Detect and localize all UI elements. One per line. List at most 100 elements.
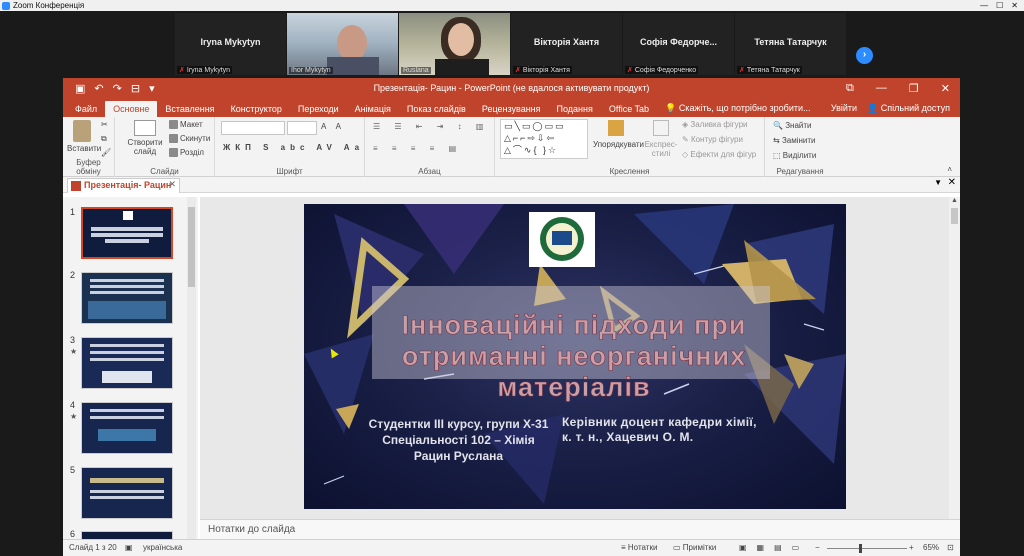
minimize-icon[interactable]: — xyxy=(876,82,887,95)
paste-button[interactable]: Вставити xyxy=(67,120,101,153)
tab-view[interactable]: Подання xyxy=(549,104,601,117)
close-tab-icon[interactable]: ✕ xyxy=(168,179,176,190)
participant-tile[interactable]: Iryna Mykytyn ✗ Iryna Mykytyn xyxy=(175,13,286,75)
minimize-icon[interactable]: — xyxy=(980,1,988,10)
participant-label: Ihor Mykytyn xyxy=(289,67,333,74)
layout-button[interactable]: Макет xyxy=(169,120,203,130)
format-painter-icon[interactable]: 🖌 xyxy=(101,148,111,157)
font-group: A A ЖКП S abc AV Aa Шрифт xyxy=(215,117,365,177)
section-button[interactable]: Розділ xyxy=(169,148,204,158)
slideshow-start-icon[interactable]: ⊟ xyxy=(131,82,140,95)
reset-button[interactable]: Скинути xyxy=(169,134,210,144)
participant-name: Iryna Mykytyn xyxy=(200,37,261,47)
slide-supervisor-info[interactable]: Керівник доцент кафедри хімії, к. т. н.,… xyxy=(562,415,802,445)
replace-button[interactable]: ⇆ Замінити xyxy=(773,136,816,145)
student-specialty-line: Спеціальності 102 – Хімія xyxy=(382,433,535,447)
slide-thumbnail[interactable] xyxy=(81,207,173,259)
share-button[interactable]: 👤 Спільний доступ xyxy=(867,103,950,114)
slide-student-info[interactable]: Студентки ІІІ курсу, групи Х-31 Спеціаль… xyxy=(366,416,551,464)
list-buttons[interactable]: ☰ ☰ ⇤ ⇥ ↕ ▥ xyxy=(373,122,489,131)
tab-office-tab[interactable]: Office Tab xyxy=(601,104,657,117)
zoom-level[interactable]: 65% xyxy=(923,543,939,552)
participant-tile[interactable]: Тетяна Татарчук ✗ Тетяна Татарчук xyxy=(735,13,846,75)
tab-design[interactable]: Конструктор xyxy=(223,104,290,117)
scrollbar-thumb[interactable] xyxy=(951,208,958,224)
redo-icon[interactable]: ↷ xyxy=(113,82,122,95)
tab-file[interactable]: Файл xyxy=(67,104,105,117)
tab-animations[interactable]: Анімація xyxy=(347,104,399,117)
shape-fill-button[interactable]: ◈ Заливка фігури xyxy=(682,120,748,129)
slide-thumbnail[interactable] xyxy=(81,467,173,519)
maximize-icon[interactable]: ☐ xyxy=(996,1,1003,10)
document-tab[interactable]: Презентація- Рацин ✕ xyxy=(67,178,180,193)
zoom-out-icon[interactable]: − xyxy=(815,543,820,552)
thumbnail-number: 4 xyxy=(70,400,76,410)
sign-in-link[interactable]: Увійти xyxy=(831,103,857,114)
participant-video-tile[interactable]: Ruslana xyxy=(399,13,510,75)
tab-home[interactable]: Основне xyxy=(105,101,158,117)
zoom-slider[interactable] xyxy=(827,548,907,549)
restore-icon[interactable]: ❐ xyxy=(909,82,919,95)
spell-check-icon[interactable]: ▣ xyxy=(125,543,133,552)
customize-qat-icon[interactable]: ▾ xyxy=(149,82,155,95)
slide-canvas[interactable]: Інноваційні підходи при отриманні неорга… xyxy=(304,204,846,509)
comments-button[interactable]: ▭ Примітки xyxy=(673,543,716,552)
paint-bucket-icon: ◈ xyxy=(682,120,689,129)
next-participants-arrow-icon[interactable]: › xyxy=(856,47,873,64)
close-icon[interactable]: ✕ xyxy=(941,82,950,95)
save-icon[interactable]: ▣ xyxy=(75,82,85,95)
slide-thumbnail[interactable] xyxy=(81,337,173,389)
copy-icon[interactable]: ⧉ xyxy=(101,134,107,144)
select-button[interactable]: ⬚ Виділити xyxy=(773,151,816,160)
replace-icon: ⇆ xyxy=(773,136,780,145)
new-slide-button[interactable]: Створити слайд xyxy=(127,120,163,156)
slide-thumbnail[interactable] xyxy=(81,272,173,324)
slide-title[interactable]: Інноваційні підходи при отриманні неорга… xyxy=(374,310,774,403)
tab-insert[interactable]: Вставлення xyxy=(157,104,222,117)
collapse-ribbon-icon[interactable]: ˄ xyxy=(947,165,952,174)
tab-slideshow[interactable]: Показ слайдів xyxy=(399,104,474,117)
zoom-in-icon[interactable]: + xyxy=(909,543,914,552)
participant-label: ✗ Iryna Mykytyn xyxy=(177,66,233,74)
font-family-select[interactable] xyxy=(221,121,285,135)
ribbon-display-icon[interactable]: ⧉ xyxy=(846,82,854,95)
close-document-icon[interactable]: ✕ xyxy=(948,177,956,188)
slide-thumbnail[interactable] xyxy=(81,531,173,539)
font-size-select[interactable] xyxy=(287,121,317,135)
slide-thumbnail[interactable] xyxy=(81,402,173,454)
participant-name: Тетяна Татарчук xyxy=(754,37,827,47)
notes-button[interactable]: ≡ Нотатки xyxy=(621,543,657,552)
thumbnails-scrollbar[interactable] xyxy=(187,197,196,539)
scrollbar-thumb[interactable] xyxy=(188,207,195,287)
language-indicator[interactable]: українська xyxy=(143,543,182,552)
fit-slide-icon[interactable]: ⊡ xyxy=(947,543,954,552)
font-size-buttons[interactable]: A A xyxy=(321,122,345,131)
tab-transitions[interactable]: Переходи xyxy=(290,104,347,117)
scroll-up-icon[interactable]: ▲ xyxy=(949,197,960,204)
cut-icon[interactable]: ✂ xyxy=(101,120,108,129)
editor-scrollbar[interactable]: ▲ xyxy=(949,197,960,519)
font-format-buttons[interactable]: ЖКП S abc AV Aa xyxy=(223,143,364,152)
zoom-slider-thumb[interactable] xyxy=(859,544,862,553)
slides-group: Створити слайд Макет Скинути Розділ Слай… xyxy=(115,117,215,177)
notes-pane[interactable]: Нотатки до слайда xyxy=(200,519,960,539)
shape-outline-button[interactable]: ✎ Контур фігури xyxy=(682,135,743,144)
arrange-button[interactable]: Упорядкувати xyxy=(593,120,644,149)
tell-me-search[interactable]: 💡 Скажіть, що потрібно зробити... xyxy=(657,103,818,117)
shape-effects-button[interactable]: ◇ Ефекти для фігур xyxy=(682,150,756,159)
quick-styles-button[interactable]: Експрес-стилі xyxy=(643,120,679,158)
shapes-gallery[interactable]: ▭╲▭◯▭▭ △⌐⌐⇨⇩⇦ △⌒∿{ }☆ xyxy=(500,119,588,159)
view-buttons[interactable]: ▣▦▤▭ xyxy=(739,543,809,552)
tab-list-dropdown-icon[interactable]: ▼ xyxy=(934,178,942,187)
slide-thumbnails-pane: 1 2 3 ★ 4 ★ 5 6 xyxy=(63,197,198,539)
participant-tile[interactable]: Вікторія Хантя ✗ Вікторія Хантя xyxy=(511,13,622,75)
align-buttons[interactable]: ≡ ≡ ≡ ≡ ▤ xyxy=(373,144,462,153)
undo-icon[interactable]: ↶ xyxy=(94,82,103,95)
participant-tile[interactable]: Софія Федорче... ✗ Софія Федорченко xyxy=(623,13,734,75)
document-tab-bar: Презентація- Рацин ✕ ▼ ✕ xyxy=(63,177,960,193)
participant-video-tile[interactable]: Ihor Mykytyn xyxy=(287,13,398,75)
tab-review[interactable]: Рецензування xyxy=(474,104,549,117)
participant-video-body xyxy=(327,57,379,75)
close-icon[interactable]: ✕ xyxy=(1011,1,1018,10)
find-button[interactable]: 🔍 Знайти xyxy=(773,121,812,130)
